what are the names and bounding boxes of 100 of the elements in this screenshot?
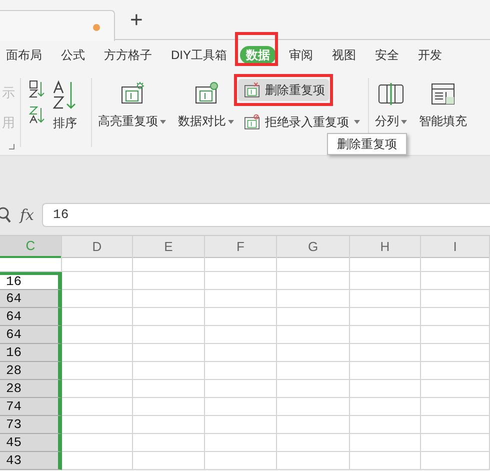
- table-cell: [62, 416, 133, 434]
- sort-icon: [53, 80, 77, 110]
- table-cell: [133, 326, 205, 344]
- sort-ascending-icon: [29, 80, 45, 98]
- table-cell: [133, 344, 205, 362]
- menu-tab[interactable]: 面布局: [0, 46, 48, 64]
- table-cell: 28: [0, 380, 62, 398]
- formula-field[interactable]: 16: [42, 203, 490, 227]
- table-cell: [421, 290, 490, 308]
- table-cell: 45: [0, 434, 62, 452]
- table-cell: [205, 452, 277, 470]
- table-icon: [429, 82, 457, 106]
- table-cell: [350, 326, 421, 344]
- menu-tab[interactable]: DIY工具箱: [165, 46, 234, 64]
- table-cell: [133, 272, 205, 290]
- table-cell: [205, 272, 277, 290]
- ribbon-label: 用: [2, 114, 16, 132]
- table-cell: [205, 362, 277, 380]
- table-cell: [62, 452, 133, 470]
- column-header[interactable]: E: [133, 236, 205, 258]
- zoom-icon: [0, 207, 12, 223]
- menu-tab[interactable]: 方方格子: [98, 46, 158, 64]
- table-cell: [205, 416, 277, 434]
- table-cell: [205, 308, 277, 326]
- menu-tab[interactable]: 审阅: [283, 46, 320, 64]
- function-label: fx: [20, 204, 34, 226]
- table-cell: [62, 272, 133, 290]
- table-cell: [350, 380, 421, 398]
- table-cell: [62, 308, 133, 326]
- reject-duplicates-button[interactable]: 拒绝录入重复项: [238, 111, 364, 133]
- table-cell: [62, 290, 133, 308]
- column-header[interactable]: H: [350, 236, 421, 258]
- table-cell: [421, 398, 490, 416]
- ribbon-label: 示: [2, 84, 16, 102]
- table-cell: [133, 452, 205, 470]
- tooltip: 删除重复项: [327, 133, 407, 155]
- table-cell: [421, 272, 490, 290]
- table-cell: 16: [0, 272, 62, 290]
- table-cell: [133, 398, 205, 416]
- table-cell: [350, 308, 421, 326]
- table-cell: 64: [0, 290, 62, 308]
- table-cell: [421, 452, 490, 470]
- table-cell: [133, 434, 205, 452]
- table-cell: [421, 434, 490, 452]
- table-cell: [350, 290, 421, 308]
- table-cell: [205, 380, 277, 398]
- table-cell: [350, 254, 421, 272]
- table-cell: 28: [0, 362, 62, 380]
- table-cell: [62, 398, 133, 416]
- sort-descending-icon: [29, 106, 45, 124]
- new-tab-button[interactable]: +: [130, 9, 143, 31]
- column-header[interactable]: G: [277, 236, 350, 258]
- table-cell: [205, 290, 277, 308]
- table-cell: [350, 434, 421, 452]
- menu-tab[interactable]: 安全: [369, 46, 406, 64]
- table-cell: 73: [0, 416, 62, 434]
- document-tab[interactable]: [0, 10, 115, 41]
- split-icon: [377, 82, 405, 106]
- table-cell: [421, 362, 490, 380]
- table-cell: [421, 416, 490, 434]
- reject-icon: [242, 114, 262, 130]
- sort-button[interactable]: 排序: [51, 80, 79, 155]
- table-cell: [205, 398, 277, 416]
- smart-fill-button[interactable]: 智能填充: [417, 70, 469, 155]
- table-cell: [350, 416, 421, 434]
- highlight-duplicates-button[interactable]: 高亮重复项: [96, 70, 168, 155]
- table-cell: 64: [0, 308, 62, 326]
- table-cell: [421, 254, 490, 272]
- table-cell: [205, 344, 277, 362]
- table-cell: [133, 290, 205, 308]
- menu-tab[interactable]: 开发: [412, 46, 448, 64]
- table-cell: [350, 362, 421, 380]
- table-cell: [350, 398, 421, 416]
- table-cell: [421, 326, 490, 344]
- table-cell: [133, 362, 205, 380]
- table-cell: 16: [0, 344, 62, 362]
- column-header[interactable]: F: [205, 236, 277, 258]
- table-cell: 43: [0, 452, 62, 470]
- table-cell: [421, 344, 490, 362]
- table-cell: [205, 434, 277, 452]
- table-cell: [421, 308, 490, 326]
- table-cell: 74: [0, 398, 62, 416]
- table-cell: [133, 254, 205, 272]
- launcher-icon: [9, 144, 15, 150]
- table-cell: [133, 380, 205, 398]
- compare-data-button[interactable]: 数据对比: [176, 70, 236, 155]
- menu-tab[interactable]: 视图: [326, 46, 362, 64]
- table-cell: 64: [0, 326, 62, 344]
- remove-duplicates-icon: [242, 82, 262, 98]
- remove-duplicates-button[interactable]: 删除重复项: [238, 79, 329, 101]
- column-header[interactable]: I: [421, 236, 490, 258]
- table-cell: [350, 344, 421, 362]
- table-cell: [133, 308, 205, 326]
- column-header[interactable]: D: [62, 236, 133, 258]
- menu-tab[interactable]: 公式: [55, 46, 91, 64]
- table-cell: [133, 416, 205, 434]
- table-cell: [350, 452, 421, 470]
- table-cell: [205, 326, 277, 344]
- table-cell: [350, 272, 421, 290]
- table-cell: [205, 254, 277, 272]
